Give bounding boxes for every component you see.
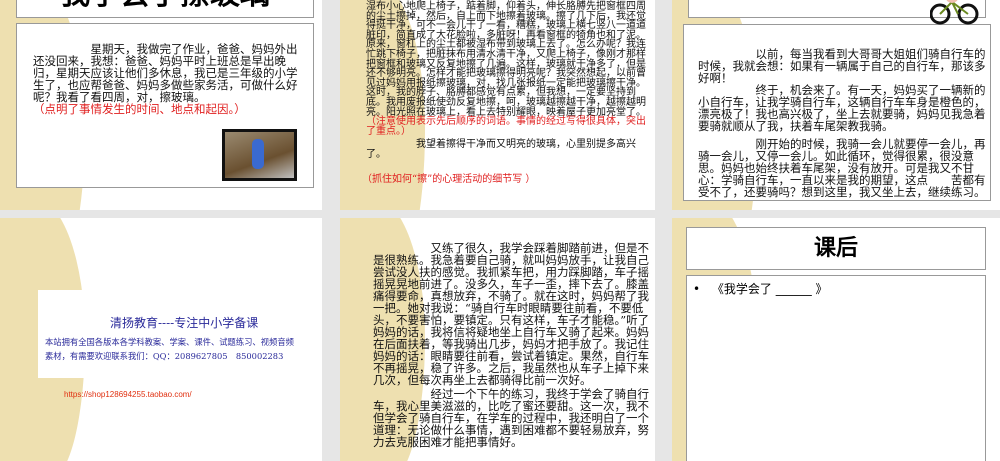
body-box: 星期天，我做完了作业，爸爸、妈妈外出还没回来，我想：爸爸、妈妈平时上班总是早出晚…: [16, 23, 314, 188]
body-text: 湿布小心地爬上椅子，踮着脚，仰着头，伸长胳膊先把窗框四周的尘土擦掉，然后，自上而…: [366, 1, 646, 118]
body-box: 以前，每当我看到大哥哥大姐姐们骑自行车的时候，我就会想：如果有一辆属于自己的自行…: [683, 24, 991, 201]
slide-title: 课后: [813, 235, 858, 261]
note-text-2: （抓住如何“擦”的心理活动的细节写 ）: [362, 174, 536, 185]
paragraph-2: 终于，机会来了。有一天，妈妈买了一辆新的小自行车，让我学骑自行车，这辆自行车车身…: [698, 83, 986, 133]
shop-link[interactable]: https://shop128694255.taobao.com/: [64, 390, 192, 399]
paragraph-1: 以前，每当我看到大哥哥大姐姐们骑自行车的时候，我就会想：如果有一辆属于自己的自行…: [698, 47, 986, 85]
paragraph-2: 经过一个下午的练习，我终于学会了骑自行车，我心里美滋滋的，比吃了蜜还要甜。这一次…: [373, 387, 649, 449]
ad-line-1: 本站拥有全国各版本各学科教案、学案、课件、试题练习、视频音频: [45, 337, 294, 347]
ad-line-2: 素材，有需要欢迎联系我们：QQ：2089627805 850002283: [45, 351, 284, 361]
note-text: （点明了事情发生的时间、地点和起因。）: [33, 102, 246, 116]
title-box: 我学会了擦玻璃: [16, 0, 314, 18]
body-text: 星期天，我做完了作业，爸爸、妈妈外出还没回来，我想：爸爸、妈妈平时上班总是早出晚…: [33, 42, 298, 104]
slide-4[interactable]: 清扬教育----专注中小学备课 本站拥有全国各版本各学科教案、学案、课件、试题练…: [0, 218, 322, 461]
slide-6[interactable]: 课后 • 《我学会了 ______ 》: [672, 218, 1000, 461]
cartoon-image: [222, 129, 297, 181]
slide-1[interactable]: 我学会了擦玻璃 星期天，我做完了作业，爸爸、妈妈外出还没回来，我想：爸爸、妈妈平…: [0, 0, 322, 210]
paragraph-3: 刚开始的时候，我骑一会儿就要停一会儿，再骑一会儿，又停一会儿。如此循环，觉得很累…: [698, 137, 986, 199]
body-box: • 《我学会了 ______ 》: [686, 275, 986, 461]
body-text-2: 我望着擦得干净而又明亮的玻璃，心里别提多高兴了。: [366, 139, 636, 160]
slide-2[interactable]: 湿布小心地爬上椅子，踮着脚，仰着头，伸长胳膊先把窗框四周的尘土擦掉，然后，自上而…: [340, 0, 655, 210]
ad-box: 清扬教育----专注中小学备课 本站拥有全国各版本各学科教案、学案、课件、试题练…: [38, 290, 294, 378]
bullet-text: 《我学会了 ______ 》: [711, 282, 828, 296]
note-text: （注意使用表示先后顺序的词语。事情的经过写得很具体，突出了重点。）: [366, 116, 646, 137]
title-box: 课后: [686, 227, 986, 270]
bullet-icon: •: [693, 282, 701, 296]
bicycle-icon: [930, 0, 979, 25]
ad-heading: 清扬教育----专注中小学备课: [110, 316, 259, 330]
paragraph-1: 又练了很久，我学会踩着脚踏前进，但是不是很熟练。我急着要自己骑，就叫妈妈放手，让…: [373, 241, 650, 387]
slide-3[interactable]: 以前，每当我看到大哥哥大姐姐们骑自行车的时候，我就会想：如果有一辆属于自己的自行…: [672, 0, 1000, 210]
slide-title: 我学会了擦玻璃: [60, 0, 270, 12]
slide-5[interactable]: 又练了很久，我学会踩着脚踏前进，但是不是很熟练。我急着要自己骑，就叫妈妈放手，让…: [340, 218, 655, 461]
